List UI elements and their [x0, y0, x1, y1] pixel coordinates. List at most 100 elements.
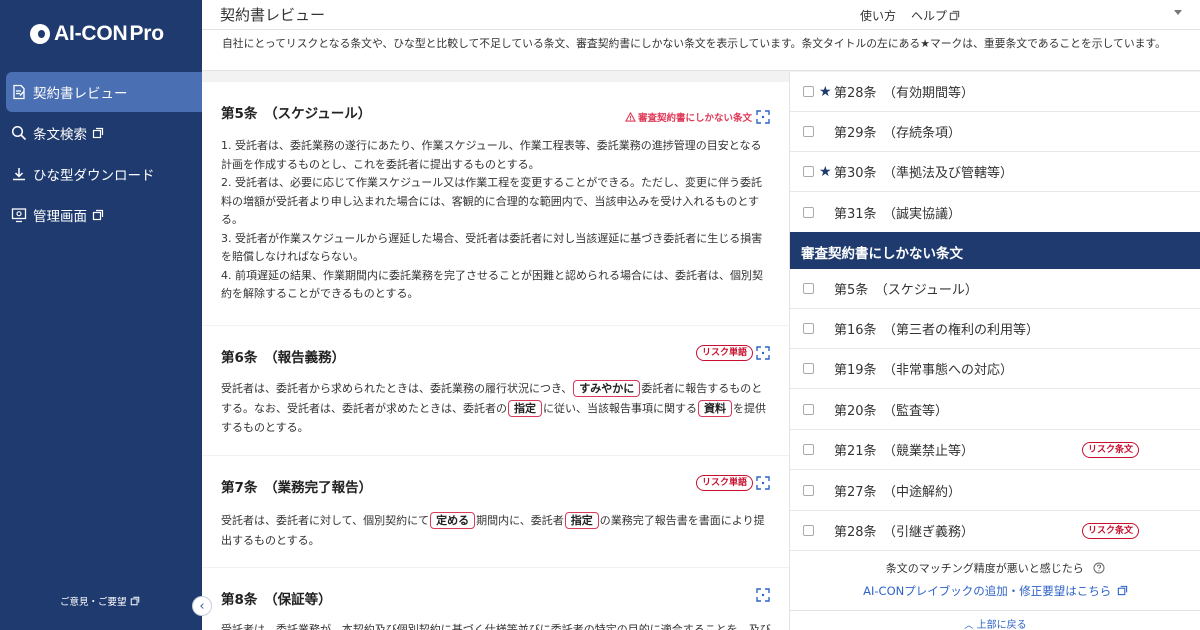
risk-clause-badge: リスク条文 [1082, 522, 1140, 539]
logo-suffix: Pro [129, 22, 164, 45]
sidebar-item-clause-search[interactable]: 条文検索 [0, 113, 202, 153]
clause-checkbox[interactable] [803, 323, 814, 334]
clause-index-label: 第27条 （中途解約） [834, 485, 962, 500]
clause-index-panel: ★ 第28条 （有効期間等） 第29条 （存続条項） ★ 第30条 （準拠法及び… [789, 72, 1200, 630]
external-link-icon [1117, 585, 1128, 596]
sidebar-nav: 契約書レビュー 条文検索 ひな型ダウンロード 管理画面 [0, 72, 202, 236]
playbook-request-link[interactable]: AI-CONプレイブックの追加・修正要望はこちら [790, 583, 1200, 599]
clause-index-label: 第21条 （競業禁止等） [834, 444, 975, 459]
clause-text: 受託者は、委託者から求められたときは、委託業務の履行状況につき、 [221, 382, 573, 395]
external-link-icon [130, 596, 139, 606]
clause-index-item[interactable]: 第27条 （中途解約） [790, 471, 1200, 511]
clause-checkbox[interactable] [803, 86, 814, 97]
clause-text: 期間内に、委託者 [476, 514, 564, 527]
clause-index-item[interactable]: ★ 第28条 （有効期間等） [790, 72, 1200, 112]
clause-checkbox[interactable] [803, 525, 814, 536]
clause-checkbox[interactable] [803, 283, 814, 294]
clause-card: 第7条 （業務完了報告） リスク単語 受託者は、委託者に対して、個別契約にて 定め… [202, 456, 789, 567]
risk-keyword[interactable]: 指定 [508, 399, 542, 417]
warning-icon [625, 112, 636, 122]
clause-title: 第8条 （保証等） [221, 592, 332, 608]
help-label: ヘルプ [911, 9, 948, 23]
risk-word-badge: リスク単語 [696, 475, 754, 491]
clause-paragraph: 3. 受託者が作業スケジュールから遅延した場合、受託者は委託者に対し当該遅延に基… [221, 231, 763, 264]
clause-index-item[interactable]: 第20条 （監査等） [790, 390, 1200, 430]
account-dropdown-chevron-icon[interactable] [1174, 10, 1182, 15]
clause-index-label: 第20条 （監査等） [834, 404, 949, 419]
clause-body: 1. 受託者は、委託業務の遂行にあたり、作業スケジュール、作業工程表等、委託業務… [221, 137, 771, 304]
logo-mark-icon [30, 24, 50, 44]
clause-checkbox[interactable] [803, 485, 814, 496]
feedback-link[interactable]: ご意見・ご要望 [60, 594, 140, 608]
clause-checkbox[interactable] [803, 166, 814, 177]
external-link-icon [92, 127, 104, 139]
sidebar-item-template-download[interactable]: ひな型ダウンロード [0, 154, 202, 194]
clause-index-label: 第29条 （存続条項） [834, 126, 962, 141]
back-to-top-link[interactable]: ︿ 上部に戻る [790, 610, 1200, 630]
clause-body: 受託者は、委託業務が、本契約及び個別契約に基づく仕様等並びに委託者の特定の目的に… [221, 623, 771, 630]
clause-index-item[interactable]: 第21条 （競業禁止等） リスク条文 [790, 430, 1200, 470]
feedback-label: ご意見・ご要望 [60, 597, 127, 608]
sidebar-item-label: 管理画面 [33, 209, 87, 225]
clause-checkbox[interactable] [803, 126, 814, 137]
risk-keyword[interactable]: 資料 [698, 399, 732, 417]
clause-index-item[interactable]: 第31条 （誠実協議） [790, 192, 1200, 232]
clause-card: 第8条 （保証等） 受託者は、委託業務が、本契約及び個別契約に基づく仕様等並びに… [202, 568, 789, 630]
clause-body: 受託者は、委託者から求められたときは、委託業務の履行状況につき、 すみやかに 委託者… [221, 379, 771, 438]
expand-icon[interactable] [756, 110, 770, 124]
risk-keyword[interactable]: 定める [430, 512, 476, 529]
back-to-top-label: 上部に戻る [976, 620, 1027, 630]
help-circle-icon[interactable] [1093, 562, 1105, 574]
clause-title: 第7条 （業務完了報告） [221, 480, 373, 496]
clause-index-item[interactable]: 第5条 （スケジュール） [790, 269, 1200, 309]
clause-index-item[interactable]: 第16条 （第三者の権利の利用等） [790, 309, 1200, 349]
download-icon [13, 168, 25, 181]
sidebar: AI-CON Pro 契約書レビュー 条文検索 ひな型ダウンロード 管理画面 ご… [0, 0, 202, 630]
clause-paragraph: 4. 前項遅延の結果、作業期間内に委託業務を完了させることが困難と認められる場合… [221, 268, 763, 301]
clause-index-item[interactable]: 第29条 （存続条項） [790, 112, 1200, 152]
clause-list: 第5条 （スケジュール） 審査契約書にしかない条文 1. 受託者は、委託業務の遂… [202, 72, 789, 630]
risk-keyword[interactable]: すみやかに [573, 380, 641, 397]
clause-index-item[interactable]: ★ 第30条 （準拠法及び管轄等） [790, 152, 1200, 192]
top-bar: 契約書レビュー 使い方 ヘルプ [202, 0, 1200, 30]
clause-title: 第5条 （スケジュール） [221, 106, 372, 122]
clause-index-label: 第31条 （誠実協議） [834, 206, 962, 222]
risk-word-badge: リスク単語 [696, 345, 754, 361]
clause-index-item[interactable]: 第28条 （引継ぎ義務） リスク条文 [790, 511, 1200, 551]
sidebar-item-label: 条文検索 [33, 127, 87, 143]
clause-text: に従い、当該報告事項に関する [543, 401, 697, 415]
chevron-up-icon: ︿ [964, 621, 974, 630]
help-link[interactable]: ヘルプ [911, 7, 960, 24]
matching-accuracy-text: 条文のマッチング精度が悪いと感じたら [885, 562, 1084, 575]
clause-paragraph: 1. 受託者は、委託業務の遂行にあたり、作業スケジュール、作業工程表等、委託業務… [221, 139, 762, 171]
matching-accuracy-note: 条文のマッチング精度が悪いと感じたら [790, 560, 1200, 576]
star-icon: ★ [819, 83, 832, 100]
sidebar-item-contract-review[interactable]: 契約書レビュー [6, 72, 202, 112]
risk-keyword[interactable]: 指定 [564, 512, 599, 529]
clause-title: 第6条 （報告義務） [221, 350, 346, 366]
clause-index-item[interactable]: 第19条 （非常事態への対応） [790, 349, 1200, 389]
clause-card: 第6条 （報告義務） リスク単語 受託者は、委託者から求められたときは、委託業務… [202, 326, 789, 455]
clause-checkbox[interactable] [803, 444, 814, 455]
usage-link[interactable]: 使い方 [860, 7, 896, 24]
sidebar-collapse-button[interactable]: ‹ [192, 596, 212, 616]
external-link-icon [949, 10, 960, 21]
sidebar-item-admin[interactable]: 管理画面 [0, 195, 202, 235]
risk-clause-badge: リスク条文 [1082, 441, 1140, 458]
sidebar-item-label: ひな型ダウンロード [33, 168, 155, 184]
clause-index-label: 第19条 （非常事態への対応） [834, 363, 1014, 378]
expand-icon[interactable] [756, 588, 770, 602]
clause-checkbox[interactable] [803, 404, 814, 415]
clause-index-label: 第30条 （準拠法及び管轄等） [834, 166, 1014, 181]
clause-checkbox[interactable] [803, 206, 814, 218]
clause-card: 第5条 （スケジュール） 審査契約書にしかない条文 1. 受託者は、委託業務の遂… [202, 82, 789, 325]
section-header-only-in-reviewed: 審査契約書にしかない条文 [790, 232, 1200, 269]
document-review-icon [13, 84, 25, 100]
page-description: 自社にとってリスクとなる条文や、ひな型と比較して不足している条文、審査契約書にし… [202, 30, 1200, 71]
chevron-left-icon: ‹ [199, 598, 205, 614]
expand-icon[interactable] [756, 346, 770, 360]
app-logo[interactable]: AI-CON Pro [30, 22, 164, 46]
clause-checkbox[interactable] [803, 363, 814, 374]
expand-icon[interactable] [756, 476, 770, 490]
playbook-request-label: AI-CONプレイブックの追加・修正要望はこちら [863, 584, 1112, 598]
